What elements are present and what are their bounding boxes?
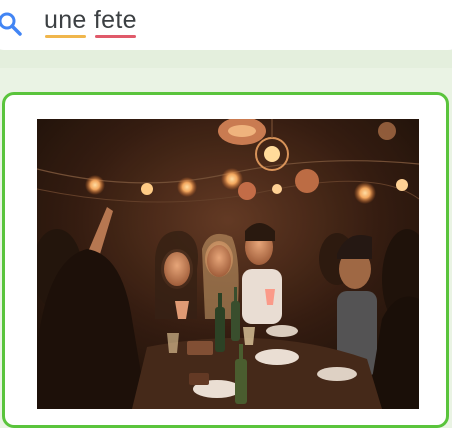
- search-input[interactable]: une fete: [44, 6, 137, 38]
- search-bar[interactable]: une fete: [0, 0, 452, 50]
- search-query-word: fete: [93, 6, 137, 38]
- search-query-word: une: [44, 6, 87, 38]
- image-result-card[interactable]: [2, 92, 449, 428]
- search-icon[interactable]: [0, 10, 24, 38]
- party-photo[interactable]: [37, 119, 419, 409]
- results-divider: [0, 50, 452, 68]
